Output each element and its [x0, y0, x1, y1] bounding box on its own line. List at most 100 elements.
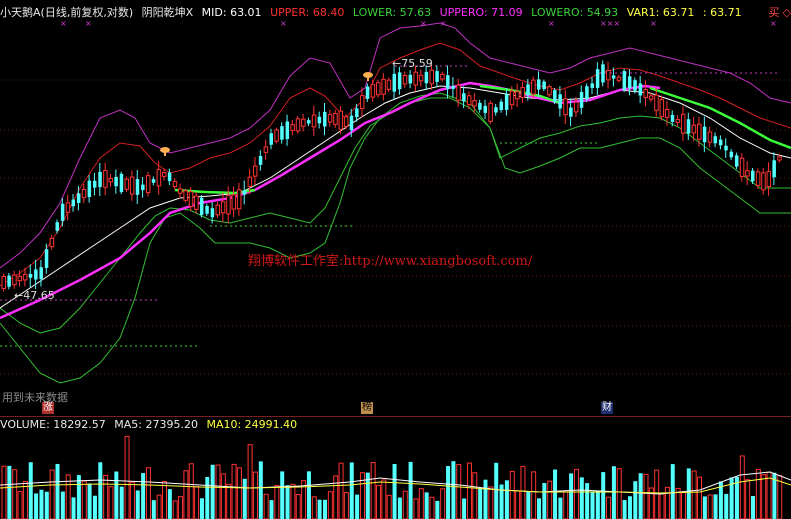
candle-body: [220, 201, 226, 214]
volume-bar: [355, 494, 360, 519]
candle-body: [1, 276, 6, 289]
candle-body: [680, 113, 686, 134]
volume-bar: [537, 498, 541, 519]
svg-text:×: ×: [280, 19, 287, 28]
volume-bar: [478, 487, 483, 519]
svg-text:×: ×: [650, 19, 657, 28]
volume-bar: [236, 467, 242, 519]
candle-body: [392, 73, 397, 92]
candle-body: [135, 179, 140, 195]
candle-body: [729, 151, 734, 158]
candle-body: [648, 95, 654, 100]
volume-bar: [172, 500, 178, 519]
badge-cai[interactable]: 财: [601, 402, 613, 414]
volume-bar: [408, 461, 413, 519]
volume-bar: [611, 466, 616, 519]
candle-body: [446, 75, 450, 89]
volume-bar: [590, 491, 595, 519]
volume-bar: [327, 491, 333, 519]
volume-bar: [526, 492, 531, 519]
candle-body: [755, 171, 761, 186]
volume-bar: [542, 482, 547, 519]
candle-body: [167, 172, 172, 182]
candle-body: [44, 249, 49, 268]
candle-body: [60, 203, 65, 221]
candle-body: [547, 86, 552, 96]
volume-bar: [418, 488, 424, 519]
volume-bar: [205, 476, 210, 519]
volume-chart[interactable]: [0, 430, 791, 519]
volume-bar: [697, 476, 702, 519]
volume-bar: [199, 498, 204, 519]
volume-bar: [627, 496, 632, 519]
volume-bar: [7, 465, 12, 519]
price-chart[interactable]: × × × × × × ××× × ×: [0, 18, 791, 416]
candle-body: [188, 191, 194, 208]
volume-bar: [194, 486, 200, 519]
volume-bar: [242, 478, 247, 519]
candle-body: [349, 115, 354, 131]
candle-body: [301, 118, 306, 127]
candle-body: [34, 269, 38, 280]
candle-body: [124, 178, 130, 190]
volume-bar: [338, 462, 344, 519]
volume-bar: [129, 481, 135, 519]
volume-bar: [343, 492, 349, 519]
candle-body: [359, 95, 365, 110]
candle-body: [280, 126, 284, 140]
candle-body: [263, 146, 269, 153]
volume-bar: [1, 465, 7, 519]
candle-body: [424, 71, 429, 84]
candle-body: [323, 111, 327, 127]
volume-bar: [751, 496, 755, 519]
candle-body: [178, 188, 183, 194]
candle-body: [553, 90, 557, 102]
candle-body: [622, 71, 627, 91]
candle-body: [451, 85, 455, 89]
candle-body: [108, 178, 113, 183]
candle-body: [381, 78, 386, 95]
candle-body: [772, 160, 776, 178]
candle-body: [370, 83, 376, 98]
volume-bar: [638, 473, 643, 519]
candle-body: [119, 173, 124, 193]
volume-bar: [670, 464, 675, 519]
lowero-band: [0, 92, 791, 384]
volume-bar: [435, 500, 440, 519]
volume-bar: [311, 496, 317, 519]
volume-bar: [39, 489, 44, 519]
volume-bar: [654, 469, 660, 519]
candle-body: [745, 170, 750, 177]
candle-body: [65, 202, 71, 213]
volume-bar: [531, 471, 537, 519]
volume-bar: [520, 465, 526, 519]
volume-bar: [87, 483, 92, 519]
candle-body: [311, 114, 317, 128]
volume-bar: [488, 486, 494, 519]
candle-body: [71, 199, 76, 207]
candle-body: [7, 275, 11, 287]
candle-body: [205, 205, 209, 214]
volume-bar: [745, 479, 751, 519]
badge-zhang[interactable]: 涨: [42, 402, 54, 414]
volume-bar: [494, 462, 499, 519]
panel-separator: [0, 416, 791, 417]
volume-bar: [466, 462, 472, 519]
volume-bar: [71, 497, 76, 519]
volume-bar: [553, 469, 558, 519]
candle-body: [563, 98, 568, 116]
volume-bar: [349, 462, 354, 519]
badge-bang[interactable]: 榜: [361, 402, 373, 414]
volume-bar: [381, 479, 387, 519]
volume-bar: [616, 468, 622, 519]
volume-bar: [397, 497, 402, 519]
candle-body: [129, 176, 135, 195]
candle-body: [585, 86, 589, 100]
volume-bar: [724, 493, 729, 519]
volume-bar: [766, 471, 772, 519]
volume-bar: [558, 497, 563, 519]
candle-body: [526, 84, 530, 96]
volume-bar: [440, 488, 446, 519]
volume-bar: [215, 464, 221, 519]
candle-body: [156, 169, 162, 187]
